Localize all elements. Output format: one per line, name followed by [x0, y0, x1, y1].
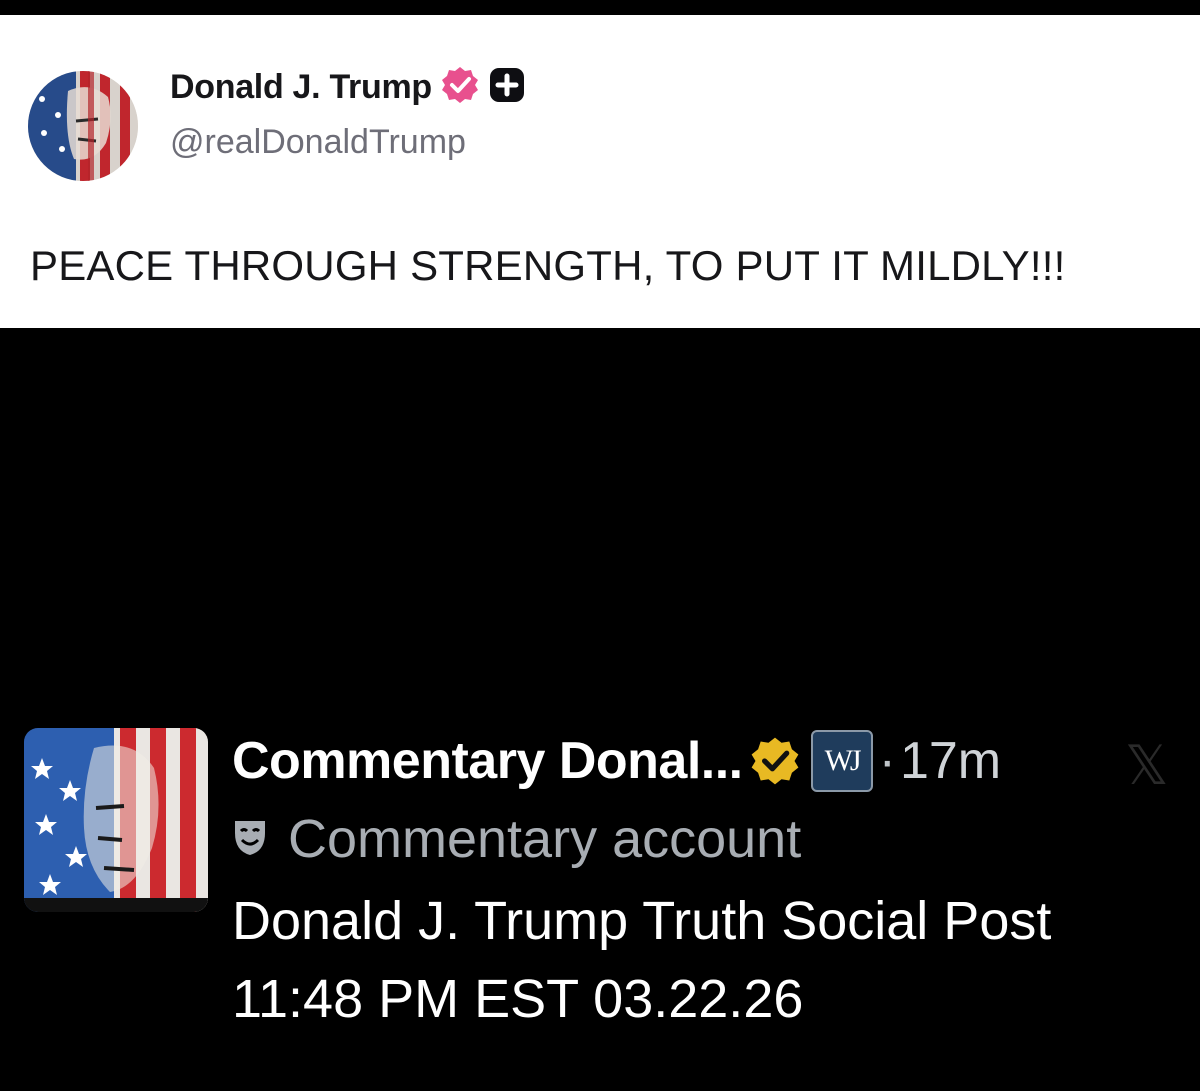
trump-avatar[interactable]: [28, 71, 138, 181]
post-timestamp[interactable]: 17m: [900, 731, 1001, 791]
verified-badge-icon: [440, 65, 480, 110]
post-body: PEACE THROUGH STRENGTH, TO PUT IT MILDLY…: [30, 242, 1066, 289]
truth-social-post-card: Donald J. Trump @realDonaldTrump PEACE T…: [0, 15, 1200, 328]
x-logo-icon: 𝕏: [1125, 734, 1169, 797]
commentary-label: Commentary account: [232, 806, 801, 872]
post-header: Commentary Donal... WJ · 17m: [232, 726, 1001, 796]
affiliate-badge[interactable]: WJ: [810, 730, 873, 792]
display-name[interactable]: Commentary Donal...: [232, 731, 743, 791]
post-text-line: 11:48 PM EST 03.22.26: [232, 969, 804, 1029]
author-handle[interactable]: @realDonaldTrump: [170, 123, 466, 162]
author-row: Donald J. Trump: [170, 65, 526, 110]
x-post[interactable]: Commentary Donal... WJ · 17m 𝕏 Commentar…: [0, 720, 1200, 1091]
commentary-account-text: Commentary account: [288, 809, 802, 869]
theater-mask-icon: [232, 817, 268, 862]
post-text-line: Donald J. Trump Truth Social Post: [232, 891, 1052, 951]
separator-dot: ·: [878, 732, 896, 790]
commentary-avatar[interactable]: [24, 728, 208, 912]
plus-badge-icon: [488, 66, 526, 109]
gold-verified-badge-icon[interactable]: [749, 735, 801, 787]
author-name[interactable]: Donald J. Trump: [170, 68, 432, 107]
